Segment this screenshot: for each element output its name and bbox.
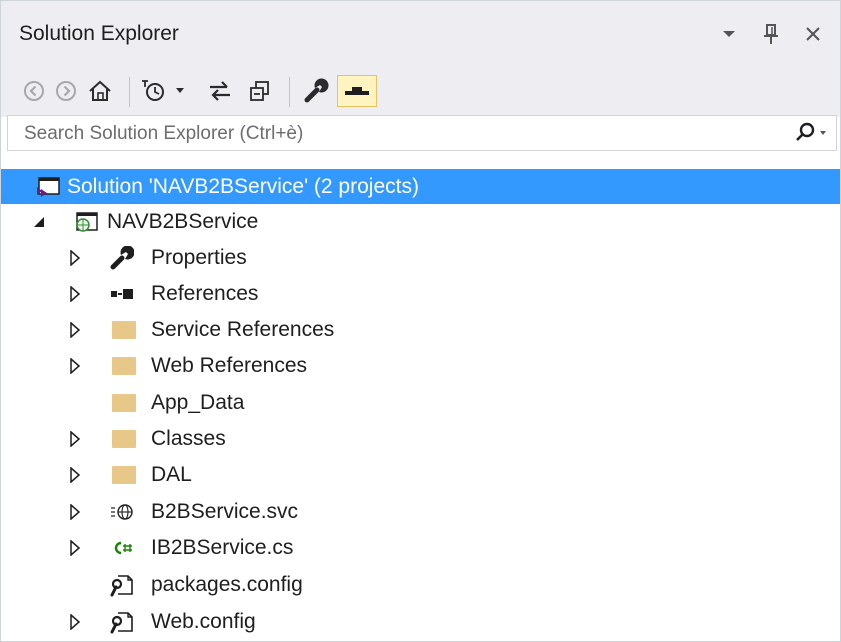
toolbar [1,67,840,117]
tree-item-solution[interactable]: Solution 'NAVB2BService' (2 projects) [1,169,840,204]
collapsed-arrow-icon[interactable] [67,429,83,449]
solution-tree: Solution 'NAVB2BService' (2 projects) NA… [1,153,840,641]
tree-item-properties[interactable]: Properties [1,240,840,275]
expanded-arrow-icon[interactable] [31,212,47,232]
tree-item-label: App_Data [151,390,245,414]
wrench-icon [109,245,135,271]
folder-icon [111,426,137,452]
title-controls [718,21,824,47]
solution-icon [35,174,61,200]
tree-item-label: Web References [151,353,308,377]
folder-icon [111,353,137,379]
close-icon[interactable] [802,21,824,47]
tree-item-packages-config[interactable]: packages.config [1,567,840,602]
config-file-icon [109,609,135,635]
preview-icon[interactable] [337,75,377,107]
solution-explorer-panel: Solution Explorer Search Solution Explor… [0,0,841,642]
tree-item-app-data[interactable]: App_Data [1,385,840,420]
config-file-icon [109,572,135,598]
home-icon[interactable] [83,75,117,107]
collapsed-arrow-icon[interactable] [67,502,83,522]
back-icon[interactable] [19,75,49,107]
tree-item-label: Service References [151,317,335,341]
service-file-icon [109,499,135,525]
tree-item-label: Classes [151,426,226,450]
tree-item-label: Properties [151,245,247,269]
tree-item-label: NAVB2BService [107,209,259,233]
panel-title: Solution Explorer [19,22,179,45]
web-project-icon [73,209,99,235]
collapsed-arrow-icon[interactable] [67,538,83,558]
tree-item-b2bservice-svc[interactable]: B2BService.svc [1,494,840,529]
tree-item-label: Solution 'NAVB2BService' (2 projects) [67,174,419,198]
tree-item-service-references[interactable]: Service References [1,312,840,347]
search-options-button[interactable] [790,120,830,146]
collapsed-arrow-icon[interactable] [67,465,83,485]
forward-icon[interactable] [51,75,81,107]
tree-item-label: DAL [151,462,192,486]
collapsed-arrow-icon[interactable] [67,284,83,304]
sync-icon[interactable] [205,75,235,107]
folder-icon [111,317,137,343]
csharp-file-icon [109,535,135,561]
collapse-all-icon[interactable] [245,75,275,107]
toolbar-separator-2 [289,77,290,107]
tree-item-web-references[interactable]: Web References [1,348,840,383]
tree-item-label: References [151,281,259,305]
dropdown-icon[interactable] [718,21,740,47]
tree-item-classes[interactable]: Classes [1,421,840,456]
pin-icon[interactable] [760,21,782,47]
tree-item-label: Web.config [151,609,256,633]
tree-item-references[interactable]: References [1,276,840,311]
collapsed-arrow-icon[interactable] [67,248,83,268]
tree-item-project[interactable]: NAVB2BService [1,204,840,239]
collapsed-arrow-icon[interactable] [67,356,83,376]
collapsed-arrow-icon[interactable] [67,320,83,340]
collapsed-arrow-icon[interactable] [67,612,83,632]
folder-icon [111,462,137,488]
tree-item-label: packages.config [151,572,303,596]
tree-item-dal[interactable]: DAL [1,457,840,492]
tree-item-label: IB2BService.cs [151,535,294,559]
references-icon [109,281,135,307]
pending-changes-icon[interactable] [139,75,191,107]
tree-item-label: B2BService.svc [151,499,299,523]
properties-icon[interactable] [299,75,333,107]
search-box [7,115,837,152]
folder-icon [111,390,137,416]
tree-item-ib2bservice-cs[interactable]: IB2BService.cs [1,530,840,565]
tree-item-web-config[interactable]: Web.config [1,604,840,639]
toolbar-separator [129,77,130,107]
search-input[interactable] [22,116,766,152]
title-bar: Solution Explorer [1,1,840,67]
search-icon [796,122,826,141]
